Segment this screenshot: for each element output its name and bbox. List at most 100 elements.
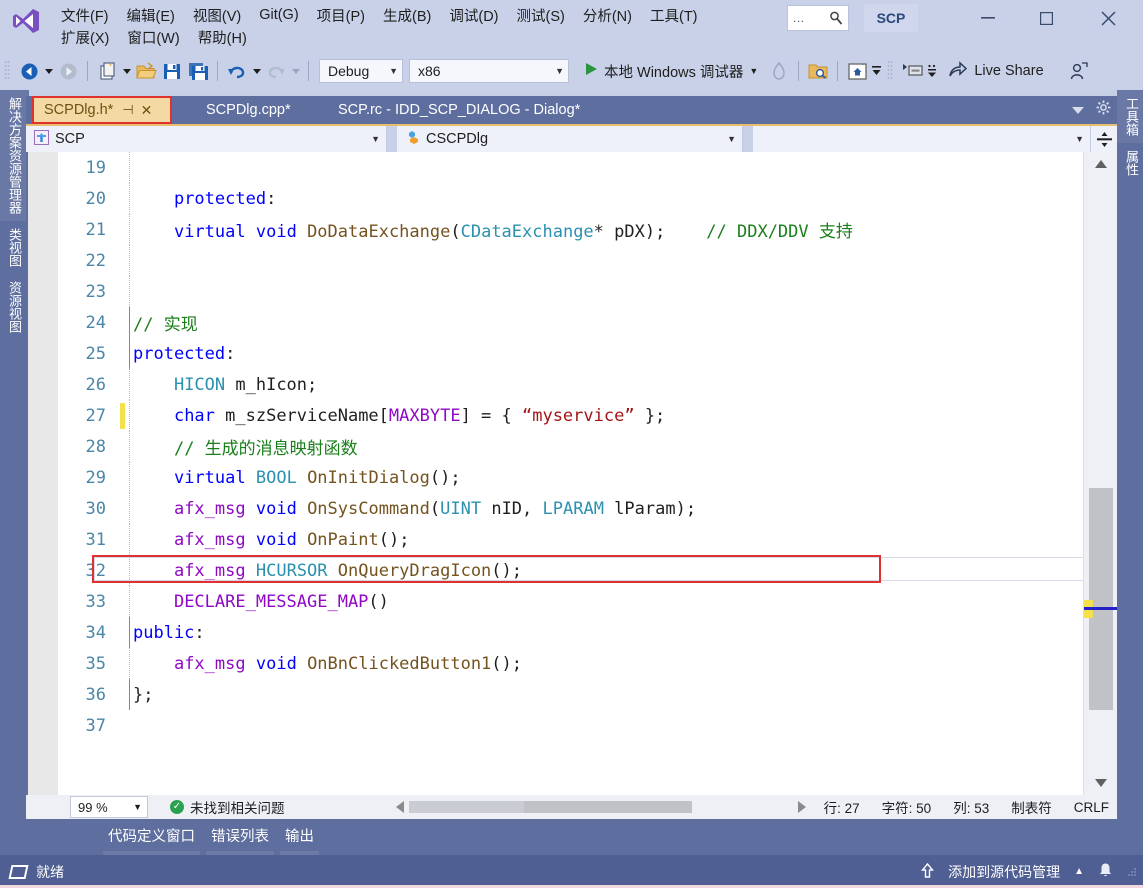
- code-line[interactable]: 30 afx_msg void OnSysCommand(UINT nID, L…: [58, 493, 1083, 524]
- menu-item-project[interactable]: 项目(P): [308, 3, 374, 28]
- chevron-down-icon: ▼: [1075, 134, 1084, 144]
- code-line[interactable]: 23: [58, 276, 1083, 307]
- menu-item-build[interactable]: 生成(B): [374, 3, 440, 28]
- code-line[interactable]: 24 // 实现: [58, 307, 1083, 338]
- tab-error-list[interactable]: 错误列表: [203, 823, 277, 856]
- menu-item-help[interactable]: 帮助(H): [189, 25, 256, 50]
- navigate-backward-dropdown-icon[interactable]: [42, 60, 55, 82]
- toolbar-grip-icon-2[interactable]: [887, 60, 899, 82]
- chevron-down-icon[interactable]: [1072, 101, 1084, 119]
- code-editor[interactable]: 19 20 protected: 21 virtual void DoDataExc…: [26, 152, 1117, 795]
- code-line[interactable]: 20 protected:: [58, 183, 1083, 214]
- live-share-button[interactable]: Live Share: [948, 60, 1044, 82]
- scroll-up-button[interactable]: [1084, 154, 1117, 174]
- solution-explorer-dropdown-icon[interactable]: [870, 60, 883, 82]
- gear-icon[interactable]: [1096, 100, 1111, 120]
- menu-item-test[interactable]: 测试(S): [508, 3, 574, 28]
- find-in-files-icon[interactable]: [805, 58, 831, 84]
- code-line[interactable]: 27 char m_szServiceName[MAXBYTE] = { “my…: [58, 400, 1083, 431]
- editor-vertical-scrollbar[interactable]: [1083, 152, 1117, 795]
- undo-dropdown-icon[interactable]: [250, 60, 263, 82]
- code-line[interactable]: 19: [58, 152, 1083, 183]
- code-line[interactable]: 21 virtual void DoDataExchange(CDataExch…: [58, 214, 1083, 245]
- properties-window-icon[interactable]: [899, 58, 925, 84]
- bell-icon[interactable]: [1098, 862, 1113, 881]
- menu-item-tools[interactable]: 工具(T): [641, 3, 707, 28]
- menu-item-debug[interactable]: 调试(D): [440, 3, 507, 28]
- code-lines-container[interactable]: 19 20 protected: 21 virtual void DoDataExc…: [58, 152, 1083, 795]
- resize-grip-icon[interactable]: [1127, 864, 1139, 880]
- code-line[interactable]: 28 // 生成的消息映射函数: [58, 431, 1083, 462]
- tab-scp-rc-dialog[interactable]: SCP.rc - IDD_SCP_DIALOG - Dialog*: [328, 96, 590, 124]
- scroll-right-button[interactable]: [793, 800, 811, 813]
- code-line[interactable]: 26 HICON m_hIcon;: [58, 369, 1083, 400]
- toolbar-grip-icon[interactable]: [4, 60, 16, 82]
- indent-guide: [128, 276, 132, 307]
- code-line[interactable]: 29 virtual BOOL OnInitDialog();: [58, 462, 1083, 493]
- sidebar-item-resource-view[interactable]: 资源视图: [0, 274, 29, 340]
- scrollbar-thumb[interactable]: [1089, 488, 1113, 710]
- search-input[interactable]: ...: [787, 5, 849, 31]
- indent-guide: [128, 679, 132, 710]
- code-line[interactable]: 34 public:: [58, 617, 1083, 648]
- window-minimize-button[interactable]: [965, 4, 1011, 32]
- close-icon[interactable]: ✕: [141, 102, 153, 119]
- scroll-left-button[interactable]: [391, 800, 409, 813]
- menu-item-git[interactable]: Git(G): [250, 5, 307, 25]
- code-line[interactable]: 35 afx_msg void OnBnClickedButton1();: [58, 648, 1083, 679]
- save-all-icon[interactable]: [185, 58, 211, 84]
- code-line[interactable]: 22: [58, 245, 1083, 276]
- navbar-class-select[interactable]: CSCPDlg ▼: [397, 126, 743, 152]
- status-ready-label: 就绪: [36, 863, 64, 880]
- navigate-backward-icon[interactable]: [16, 58, 42, 84]
- window-maximize-button[interactable]: [1023, 4, 1069, 32]
- new-item-icon[interactable]: [94, 58, 120, 84]
- menu-item-window[interactable]: 窗口(W): [118, 25, 188, 50]
- tab-scpdlg-cpp[interactable]: SCPDlg.cpp*: [196, 96, 301, 124]
- solution-configuration-select[interactable]: Debug ▼: [319, 59, 403, 83]
- chevron-up-icon[interactable]: ▲: [1074, 866, 1084, 877]
- code-line[interactable]: 31 afx_msg void OnPaint();: [58, 524, 1083, 555]
- tab-scpdlg-h[interactable]: SCPDlg.h* ⊣ ✕: [32, 96, 172, 124]
- code-line[interactable]: 36};: [58, 679, 1083, 710]
- new-item-dropdown-icon[interactable]: [120, 60, 133, 82]
- save-icon[interactable]: [159, 58, 185, 84]
- menu-item-extensions[interactable]: 扩展(X): [52, 25, 118, 50]
- add-to-source-control-label[interactable]: 添加到源代码管理: [948, 862, 1060, 882]
- zoom-level-select[interactable]: 99 % ▼: [70, 796, 148, 818]
- navbar-member-select[interactable]: ▼: [753, 126, 1091, 152]
- menu-item-analyze[interactable]: 分析(N): [574, 3, 641, 28]
- start-debugging-button[interactable]: 本地 Windows 调试器 ▼: [581, 61, 762, 82]
- hot-reload-icon[interactable]: [766, 58, 792, 84]
- project-badge[interactable]: SCP: [864, 4, 918, 32]
- scroll-down-button[interactable]: [1084, 773, 1117, 793]
- split-editor-button[interactable]: [1091, 131, 1117, 148]
- sidebar-item-solution-explorer[interactable]: 解决方案资源管理器: [0, 90, 29, 221]
- sidebar-item-properties[interactable]: 属性: [1117, 143, 1143, 183]
- tab-output[interactable]: 输出: [277, 823, 322, 856]
- solution-platform-select[interactable]: x86 ▼: [409, 59, 569, 83]
- undo-icon[interactable]: [224, 58, 250, 84]
- hscroll-track[interactable]: [409, 800, 793, 813]
- pin-icon[interactable]: ⊣: [122, 102, 133, 118]
- navigate-forward-icon[interactable]: [55, 58, 81, 84]
- solution-explorer-icon[interactable]: [844, 58, 870, 84]
- open-folder-icon[interactable]: [133, 58, 159, 84]
- navbar-project-select[interactable]: SCP ▼: [26, 126, 387, 152]
- redo-icon[interactable]: [263, 58, 289, 84]
- live-share-label: Live Share: [974, 63, 1044, 79]
- feedback-icon[interactable]: [1066, 58, 1092, 84]
- issues-indicator[interactable]: ✓ 未找到相关问题: [170, 797, 285, 817]
- code-line[interactable]: 37: [58, 710, 1083, 741]
- properties-dropdown-icon[interactable]: [925, 60, 938, 82]
- code-line[interactable]: 25 protected:: [58, 338, 1083, 369]
- sidebar-item-class-view[interactable]: 类视图: [0, 221, 29, 274]
- window-close-button[interactable]: [1085, 4, 1131, 32]
- tab-code-definition-window[interactable]: 代码定义窗口: [100, 823, 203, 856]
- code-line[interactable]: 33 DECLARE_MESSAGE_MAP(): [58, 586, 1083, 617]
- tab-indicator: 制表符: [1011, 801, 1052, 816]
- sidebar-item-toolbox[interactable]: 工具箱: [1117, 90, 1143, 143]
- editor-horizontal-scrollbar[interactable]: [391, 796, 811, 817]
- redo-dropdown-icon[interactable]: [289, 60, 302, 82]
- solution-configuration-value: Debug: [328, 63, 370, 79]
